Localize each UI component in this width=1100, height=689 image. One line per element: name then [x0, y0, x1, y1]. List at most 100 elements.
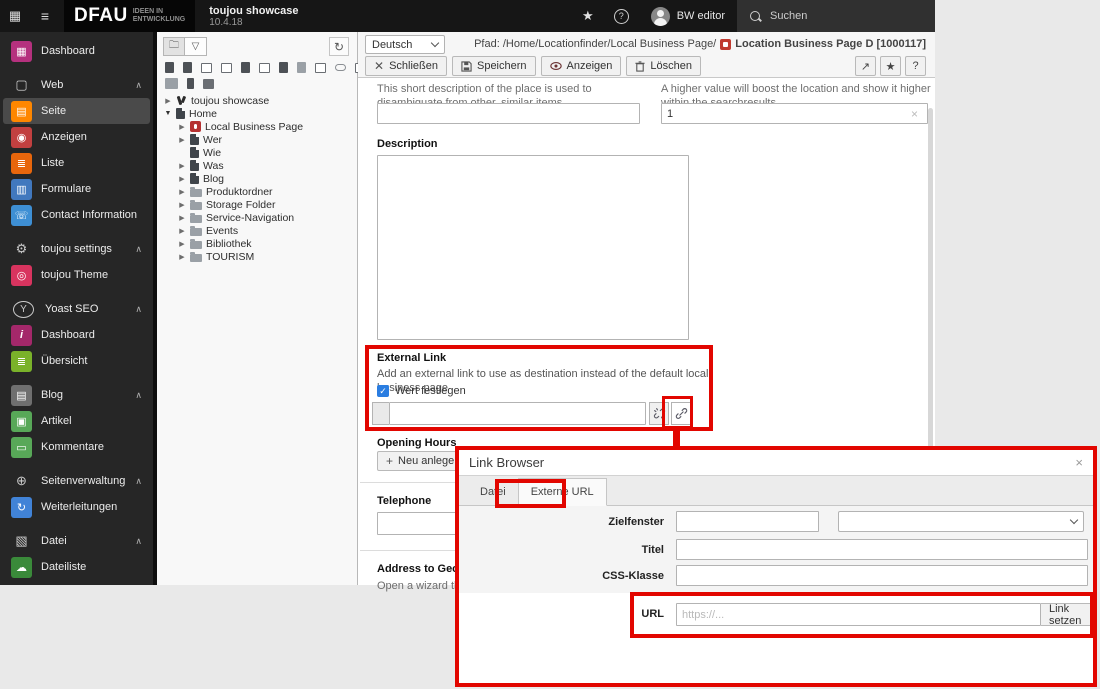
new-page-button[interactable]: 🗀 [163, 37, 185, 56]
qr-record-icon[interactable] [203, 78, 214, 89]
sidebar-item-seite[interactable]: ▤ Seite [3, 98, 150, 124]
sidebar-group-toujou-settings[interactable]: ⚙ toujou settings ∧ [3, 236, 150, 262]
description-textarea[interactable] [377, 155, 689, 340]
help-button[interactable]: ? [905, 56, 926, 76]
folder-icon [190, 238, 202, 249]
fe-user-icon[interactable] [187, 78, 194, 89]
page-type-media-icon[interactable] [279, 62, 288, 73]
unlink-icon [653, 408, 665, 419]
tree-item-toujou-showcase[interactable]: ▶ toujou showcase [157, 94, 357, 107]
expander-icon[interactable]: ▶ [178, 240, 186, 248]
page-type-standard-icon[interactable] [165, 62, 174, 73]
sidebar-item-kommentare[interactable]: ▭ Kommentare [3, 434, 150, 460]
tree-item-was[interactable]: ▶ Was [157, 159, 357, 172]
sidebar-group-seitenverwaltung[interactable]: ⊕ Seitenverwaltung ∧ [3, 468, 150, 494]
css-class-input[interactable] [676, 565, 1088, 586]
telephone-label: Telephone [377, 495, 432, 507]
fingerprint-icon: ◎ [11, 264, 32, 286]
sidebar-group-blog[interactable]: ▤ Blog ∧ [3, 382, 150, 408]
delete-button[interactable]: Löschen [626, 56, 701, 76]
tree-item-wie[interactable]: Wie [157, 146, 357, 159]
target-input[interactable] [676, 511, 819, 532]
expander-icon[interactable]: ▶ [178, 214, 186, 222]
link-browser-button[interactable] [671, 402, 691, 425]
search-bar[interactable]: Suchen [737, 0, 935, 32]
boost-input[interactable] [661, 103, 928, 124]
sidebar-group-datei[interactable]: ▧ Datei ∧ [3, 528, 150, 554]
url-input[interactable] [676, 603, 1041, 626]
expander-icon[interactable]: ▶ [178, 201, 186, 209]
module-sidebar: ▦ Dashboard ▢ Web ∧ ▤ Seite ◉ Anzeigen ≣ Liste… [0, 32, 157, 585]
unlink-button[interactable] [649, 402, 669, 425]
sidebar-item-artikel[interactable]: ▣ Artikel [3, 408, 150, 434]
language-select[interactable]: Deutsch [365, 35, 445, 54]
tree-item-bibliothek[interactable]: ▶ Bibliothek [157, 237, 357, 250]
tab-externe-url[interactable]: Externe URL [517, 478, 607, 506]
external-link-input[interactable] [389, 402, 646, 425]
expander-icon[interactable]: ▶ [178, 227, 186, 235]
title-input[interactable] [676, 539, 1088, 560]
sidebar-item-dashboard[interactable]: ▦ Dashboard [3, 38, 150, 64]
tree-item-service-navigation[interactable]: ▶ Service-Navigation [157, 211, 357, 224]
clear-icon[interactable]: × [911, 107, 918, 121]
bookmark-star-icon[interactable]: ★ [572, 8, 604, 24]
sidebar-item-dateiliste[interactable]: ☁ Dateiliste [3, 554, 150, 580]
tree-item-home[interactable]: ▼ Home [157, 107, 357, 120]
bookmark-button[interactable]: ★ [880, 56, 901, 76]
user-menu[interactable]: BW editor [639, 6, 737, 26]
target-select[interactable] [838, 511, 1084, 532]
sidebar-item-contact-information[interactable]: ☏ Contact Information [3, 202, 150, 228]
fe-usergroup-icon[interactable] [165, 78, 178, 89]
sidebar-item-formulare[interactable]: ▥ Formulare [3, 176, 150, 202]
tree-item-events[interactable]: ▶ Events [157, 224, 357, 237]
filter-button[interactable]: ▽ [185, 37, 207, 56]
page-type-storage-icon[interactable] [259, 62, 270, 73]
expander-icon[interactable]: ▶ [178, 123, 186, 131]
tree-item-produktordner[interactable]: ▶ Produktordner [157, 185, 357, 198]
pagetree-toggle-icon[interactable]: ≡ [30, 0, 60, 32]
page-type-external-icon[interactable] [315, 62, 326, 73]
modal-close-icon[interactable]: × [1075, 455, 1083, 470]
tree-item-storage-folder[interactable]: ▶ Storage Folder [157, 198, 357, 211]
tab-datei[interactable]: Datei [468, 479, 518, 505]
sidebar-item-liste[interactable]: ≣ Liste [3, 150, 150, 176]
close-button[interactable]: ✕ Schließen [365, 56, 447, 76]
expander-icon[interactable]: ▶ [178, 253, 186, 261]
folder-icon [190, 251, 202, 262]
page-type-layout-icon[interactable] [297, 62, 306, 73]
open-in-new-window-button[interactable]: ↗ [855, 56, 876, 76]
page-type-mountpoint-icon[interactable] [221, 62, 232, 73]
sidebar-item-weiterleitungen[interactable]: ↻ Weiterleitungen [3, 494, 150, 520]
sidebar-group-yoast-seo[interactable]: Y Yoast SEO ∧ [3, 296, 150, 322]
expander-icon[interactable]: ▶ [178, 162, 186, 170]
sidebar-item-toujou-theme[interactable]: ◎ toujou Theme [3, 262, 150, 288]
save-button[interactable]: Speichern [451, 56, 536, 76]
page-type-page-icon[interactable] [183, 62, 192, 73]
refresh-tree-button[interactable]: ↻ [329, 37, 349, 56]
sidebar-item-uebersicht[interactable]: ≣ Übersicht [3, 348, 150, 374]
checkbox-checked-icon[interactable]: ✓ [377, 385, 389, 397]
tree-item-local-business-page[interactable]: ▶ Local Business Page [157, 120, 357, 133]
page-type-shortcut-icon[interactable] [201, 62, 212, 73]
target-label: Zielfenster [608, 516, 664, 528]
short-description-input[interactable] [377, 103, 640, 124]
view-button[interactable]: Anzeigen [540, 56, 622, 76]
expander-icon[interactable]: ▶ [164, 97, 172, 105]
expander-icon[interactable]: ▶ [178, 188, 186, 196]
collapse-icon[interactable]: ▼ [164, 110, 172, 117]
sidebar-item-seo-dashboard[interactable]: i Dashboard [3, 322, 150, 348]
tree-item-blog[interactable]: ▶ Blog [157, 172, 357, 185]
expander-icon[interactable]: ▶ [178, 175, 186, 183]
page-type-spacer-icon[interactable] [241, 62, 250, 73]
module-menu-toggle-icon[interactable]: ▦ [0, 0, 30, 32]
help-icon[interactable]: ? [613, 8, 629, 24]
sidebar-group-web[interactable]: ▢ Web ∧ [3, 72, 150, 98]
tree-item-wer[interactable]: ▶ Wer [157, 133, 357, 146]
sidebar-item-anzeigen[interactable]: ◉ Anzeigen [3, 124, 150, 150]
page-type-link-icon[interactable] [335, 64, 346, 71]
eye-icon [549, 62, 562, 70]
brand-logo[interactable]: DFAU IDEEN IN ENTWICKLUNG [64, 0, 196, 32]
expander-icon[interactable]: ▶ [178, 136, 186, 144]
tree-item-tourism[interactable]: ▶ TOURISM [157, 250, 357, 263]
set-link-button[interactable]: Link setzen [1041, 603, 1093, 627]
